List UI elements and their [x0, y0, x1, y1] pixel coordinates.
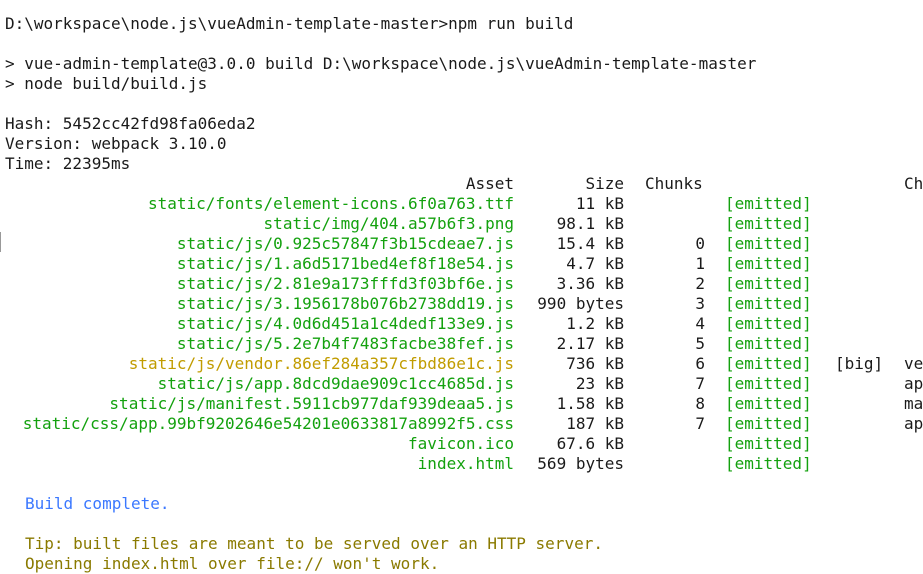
asset-status: [emitted]	[725, 294, 812, 313]
asset-size: 1.58 kB	[556, 394, 624, 413]
asset-chunk	[645, 214, 705, 234]
asset-size: 736 kB	[566, 354, 624, 373]
asset-name: static/css/app.99bf9202646e54201e0633817…	[22, 414, 514, 433]
asset-chunk-name: ap	[904, 414, 923, 433]
header-asset: Asset	[465, 174, 514, 193]
asset-chunk: 7	[695, 374, 705, 393]
asset-chunk: 5	[695, 334, 705, 353]
asset-status: [emitted]	[725, 314, 812, 333]
asset-flag: [big]	[835, 354, 884, 373]
text-cursor-mark	[0, 232, 4, 252]
asset-status: [emitted]	[725, 434, 812, 453]
asset-chunk-name: ap	[904, 374, 923, 393]
asset-chunk-name: ma	[904, 394, 923, 413]
asset-size: 23 kB	[575, 374, 624, 393]
asset-chunk: 4	[695, 314, 705, 333]
asset-row: static/js/2.81e9a173fffd3f03bf6e.js 3.36 …	[0, 274, 923, 294]
asset-size: 67.6 kB	[556, 434, 624, 453]
asset-status: [emitted]	[725, 454, 812, 473]
asset-size: 4.7 kB	[566, 254, 624, 273]
time-line: Time: 22395ms	[5, 154, 131, 173]
npm-output-line: > node build/build.js	[5, 74, 208, 93]
asset-row: static/fonts/element-icons.6f0a763.ttf 11…	[0, 194, 923, 214]
header-chunks: Chunks	[645, 174, 703, 193]
build-complete-message: Build complete.	[25, 494, 170, 513]
asset-size: 2.17 kB	[556, 334, 624, 353]
asset-status: [emitted]	[725, 334, 812, 353]
command-line: D:\workspace\node.js\vueAdmin-template-m…	[5, 14, 574, 33]
asset-status: [emitted]	[725, 414, 812, 433]
asset-status: [emitted]	[725, 194, 812, 213]
asset-chunk: 7	[695, 414, 705, 433]
asset-name: static/js/1.a6d5171bed4ef8f18e54.js	[176, 254, 514, 273]
npm-output-line: > vue-admin-template@3.0.0 build D:\work…	[5, 54, 757, 73]
asset-size: 15.4 kB	[556, 234, 624, 253]
version-line: Version: webpack 3.10.0	[5, 134, 227, 153]
hash-line: Hash: 5452cc42fd98fa06eda2	[5, 114, 256, 133]
asset-row: static/js/5.2e7b4f7483facbe38fef.js 2.17 …	[0, 334, 923, 354]
asset-status: [emitted]	[725, 254, 812, 273]
asset-size: 990 bytes	[537, 294, 624, 313]
asset-status: [emitted]	[725, 214, 812, 233]
asset-name: index.html	[417, 454, 514, 473]
asset-chunk-name: ve	[904, 354, 923, 373]
asset-row: static/js/4.0d6d451a1c4dedf133e9.js 1.2 k…	[0, 314, 923, 334]
asset-row: index.html 569 bytes [emitted]	[0, 454, 923, 474]
asset-name: static/fonts/element-icons.6f0a763.ttf	[147, 194, 514, 213]
asset-row: static/js/app.8dcd9dae909c1cc4685d.js 23 …	[0, 374, 923, 394]
asset-row: favicon.ico 67.6 kB [emitted]	[0, 434, 923, 454]
asset-row: static/js/0.925c57847f3b15cdeae7.js 15.4 …	[0, 234, 923, 254]
asset-name: static/img/404.a57b6f3.png	[263, 214, 514, 233]
asset-status: [emitted]	[725, 374, 812, 393]
asset-size: 1.2 kB	[566, 314, 624, 333]
asset-chunk: 1	[695, 254, 705, 273]
asset-name: static/js/3.1956178b076b2738dd19.js	[176, 294, 514, 313]
asset-name: static/js/2.81e9a173fffd3f03bf6e.js	[176, 274, 514, 293]
asset-row: static/js/vendor.86ef284a357cfbd86e1c.js…	[0, 354, 923, 374]
asset-status: [emitted]	[725, 234, 812, 253]
asset-chunk: 0	[695, 234, 705, 253]
asset-status: [emitted]	[725, 394, 812, 413]
header-size: Size	[585, 174, 624, 193]
asset-name: static/js/5.2e7b4f7483facbe38fef.js	[176, 334, 514, 353]
asset-row: static/js/3.1956178b076b2738dd19.js 990 b…	[0, 294, 923, 314]
asset-row: static/img/404.a57b6f3.png 98.1 kB [emitte…	[0, 214, 923, 234]
terminal-window[interactable]: D:\workspace\node.js\vueAdmin-template-m…	[0, 0, 923, 574]
asset-name: static/js/vendor.86ef284a357cfbd86e1c.js	[128, 354, 514, 373]
asset-size: 98.1 kB	[556, 214, 624, 233]
asset-chunk	[645, 434, 705, 454]
table-header: Asset Size Chunks Ch	[0, 174, 923, 194]
asset-chunk: 8	[695, 394, 705, 413]
tip-line: Tip: built files are meant to be served …	[25, 534, 603, 553]
asset-chunk: 3	[695, 294, 705, 313]
asset-row: static/js/manifest.5911cb977daf939deaa5.…	[0, 394, 923, 414]
asset-chunk	[645, 454, 705, 474]
tip-line: Opening index.html over file:// won't wo…	[25, 554, 440, 573]
asset-row: static/js/1.a6d5171bed4ef8f18e54.js 4.7 k…	[0, 254, 923, 274]
asset-chunk	[645, 194, 705, 214]
asset-status: [emitted]	[725, 274, 812, 293]
asset-size: 11 kB	[575, 194, 624, 213]
asset-name: static/js/4.0d6d451a1c4dedf133e9.js	[176, 314, 514, 333]
asset-name: static/js/manifest.5911cb977daf939deaa5.…	[109, 394, 514, 413]
asset-chunk: 6	[695, 354, 705, 373]
asset-size: 569 bytes	[537, 454, 624, 473]
asset-size: 187 kB	[566, 414, 624, 433]
asset-status: [emitted]	[725, 354, 812, 373]
asset-chunk: 2	[695, 274, 705, 293]
asset-row: static/css/app.99bf9202646e54201e0633817…	[0, 414, 923, 434]
asset-name: static/js/app.8dcd9dae909c1cc4685d.js	[157, 374, 514, 393]
asset-name: favicon.ico	[408, 434, 514, 453]
asset-name: static/js/0.925c57847f3b15cdeae7.js	[176, 234, 514, 253]
header-chunk-names: Ch	[904, 174, 923, 193]
asset-size: 3.36 kB	[556, 274, 624, 293]
